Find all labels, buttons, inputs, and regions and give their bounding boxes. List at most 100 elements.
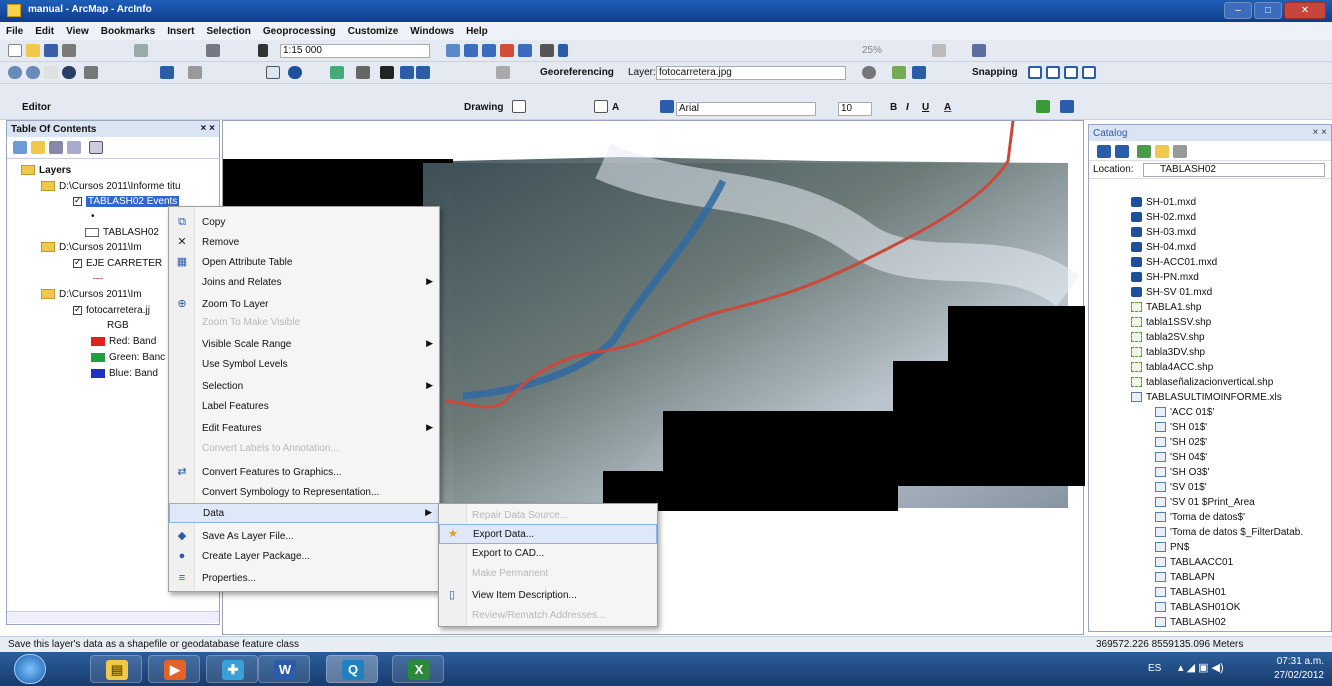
menu-help[interactable]: Help [466,26,488,37]
context-menu-item-convert-features-to-graphics[interactable]: ⇄ Convert Features to Graphics... [169,463,439,483]
measure-icon[interactable] [356,66,370,79]
toc-item-eje-carretera[interactable]: EJE CARRETER [73,257,162,269]
catalog-item[interactable]: PN$ [1155,542,1189,553]
excel-taskbar-button[interactable]: X [392,655,444,683]
home-folder-icon[interactable] [1137,145,1151,158]
catalog-item[interactable]: TABLASH01 [1155,587,1226,598]
visibility-checkbox[interactable] [73,257,82,268]
view-link-table-icon[interactable] [912,66,926,79]
catalog-item[interactable]: SH-04.mxd [1131,242,1196,253]
catalog-item[interactable]: 'SH 02$' [1155,437,1207,448]
toc-close-button[interactable]: × × [201,123,215,134]
submenu-item-export-to-cad[interactable]: Export to CAD... [439,544,657,564]
menu-edit[interactable]: Edit [35,26,54,37]
context-menu-item-visible-scale-range[interactable]: Visible Scale Range ▶ [169,335,439,355]
context-menu-item-use-symbol-levels[interactable]: Use Symbol Levels [169,355,439,375]
pan-icon[interactable] [44,66,58,79]
menu-file[interactable]: File [6,26,23,37]
network-taskbar-button[interactable]: ✚ [206,655,258,683]
back-arrow-icon[interactable] [1097,145,1111,158]
fill-color-icon[interactable] [1036,100,1050,113]
context-menu-item-open-attribute-table[interactable]: ▦ Open Attribute Table [169,253,439,273]
arctoolbox-icon[interactable] [518,44,532,57]
context-menu-item-create-layer-package[interactable]: ● Create Layer Package... [169,547,439,567]
toc-item-fotocarretera[interactable]: fotocarretera.jj [73,304,150,316]
catalog-window-icon[interactable] [482,44,496,57]
search-window-icon[interactable] [500,44,514,57]
georef-layer-icon[interactable] [496,66,510,79]
rotate-icon[interactable] [862,66,876,79]
menu-bookmarks[interactable]: Bookmarks [101,26,155,37]
layout-icon[interactable] [972,44,986,57]
catalog-item[interactable]: 'ACC 01$' [1155,407,1214,418]
back-icon[interactable] [160,66,174,79]
toc-item-group2[interactable]: D:\Cursos 2011\Im [41,242,142,253]
menu-insert[interactable]: Insert [167,26,194,37]
catalog-item[interactable]: tabla3DV.shp [1131,347,1205,358]
context-menu-item-remove[interactable]: ✕ Remove [169,233,439,253]
context-menu-item-selection[interactable]: Selection ▶ [169,377,439,397]
model-builder-icon[interactable] [558,44,568,57]
editor-toolbar-icon[interactable] [446,44,460,57]
italic-button[interactable]: I [906,102,909,113]
context-menu-item-properties[interactable]: ≡ Properties... [169,569,439,589]
word-taskbar-button[interactable]: W [258,655,310,683]
select-features-icon[interactable] [266,66,280,79]
visibility-checkbox[interactable] [73,195,82,206]
editor-menu[interactable]: Editor [22,102,51,113]
catalog-item[interactable]: 'Toma de datos$' [1155,512,1245,523]
open-icon[interactable] [26,44,40,57]
catalog-item[interactable]: TABLAPN [1155,572,1215,583]
menu-geoprocessing[interactable]: Geoprocessing [263,26,336,37]
print-icon[interactable] [62,44,76,57]
connect-folder-icon[interactable] [1155,145,1169,158]
html-popup-icon[interactable] [330,66,344,79]
fixed-zoom-icon[interactable] [84,66,98,79]
context-menu-item-edit-features[interactable]: Edit Features ▶ [169,419,439,439]
catalog-item[interactable]: 'SH 04$' [1155,452,1207,463]
catalog-view-icon[interactable] [1173,145,1187,158]
context-menu-item-data[interactable]: Data ▶ [169,503,439,523]
catalog-item[interactable]: TABLASH02 [1155,617,1226,628]
catalog-item[interactable]: TABLAACC01 [1155,557,1233,568]
toc-item-group1[interactable]: D:\Cursos 2011\Informe titu [41,181,181,192]
context-menu-item-zoom-to-layer[interactable]: ⊕ Zoom To Layer [169,295,439,315]
context-menu-item-joins-and-relates[interactable]: Joins and Relates ▶ [169,273,439,293]
python-icon[interactable] [540,44,554,57]
catalog-item[interactable]: 'SV 01 $Print_Area [1155,497,1255,508]
catalog-item[interactable]: tabla4ACC.shp [1131,362,1213,373]
toc-item-tablash02-events[interactable]: TABLASH02 Events [73,195,180,207]
toc-item-tablash02[interactable]: TABLASH02 [85,227,159,238]
close-button[interactable]: ✕ [1284,2,1326,19]
catalog-item[interactable]: 'SH 01$' [1155,422,1207,433]
menu-customize[interactable]: Customize [348,26,399,37]
point-snap-icon[interactable] [1028,66,1042,79]
context-menu-item-copy[interactable]: ⧉ Copy [169,213,439,233]
list-by-selection-icon[interactable] [67,141,81,154]
language-indicator[interactable]: ES [1148,663,1161,674]
snapping-menu[interactable]: Snapping [972,67,1018,78]
catalog-item[interactable]: SH-03.mxd [1131,227,1196,238]
catalog-item[interactable]: SH-SV 01.mxd [1131,287,1212,298]
full-extent-icon[interactable] [62,66,76,79]
menu-windows[interactable]: Windows [410,26,454,37]
layers-node[interactable]: Layers [21,165,71,176]
context-menu-item-label-features[interactable]: Label Features [169,397,439,417]
catalog-item[interactable]: tablaseñalizacionvertical.shp [1131,377,1273,388]
media-player-taskbar-button[interactable]: ▶ [148,655,200,683]
submenu-item-export-data[interactable]: ★ Export Data... [439,524,657,544]
catalog-item[interactable]: tabla2SV.shp [1131,332,1205,343]
location-field[interactable]: TABLASH02 [1143,163,1325,177]
context-menu-item-convert-symbology-to-representation[interactable]: Convert Symbology to Representation... [169,483,439,503]
catalog-item[interactable]: SH-02.mxd [1131,212,1196,223]
arcmap-taskbar-button[interactable]: Q [326,655,378,683]
forward-arrow-icon[interactable] [1115,145,1129,158]
start-button[interactable] [14,654,46,684]
toc-scrollbar[interactable] [7,611,219,623]
maximize-button[interactable]: □ [1254,2,1282,19]
catalog-item[interactable]: TABLA1.shp [1131,302,1201,313]
new-document-icon[interactable] [8,44,22,57]
clock-time[interactable]: 07:31 a.m. [1262,656,1324,667]
edge-snap-icon[interactable] [1082,66,1096,79]
add-control-points-icon[interactable] [892,66,906,79]
